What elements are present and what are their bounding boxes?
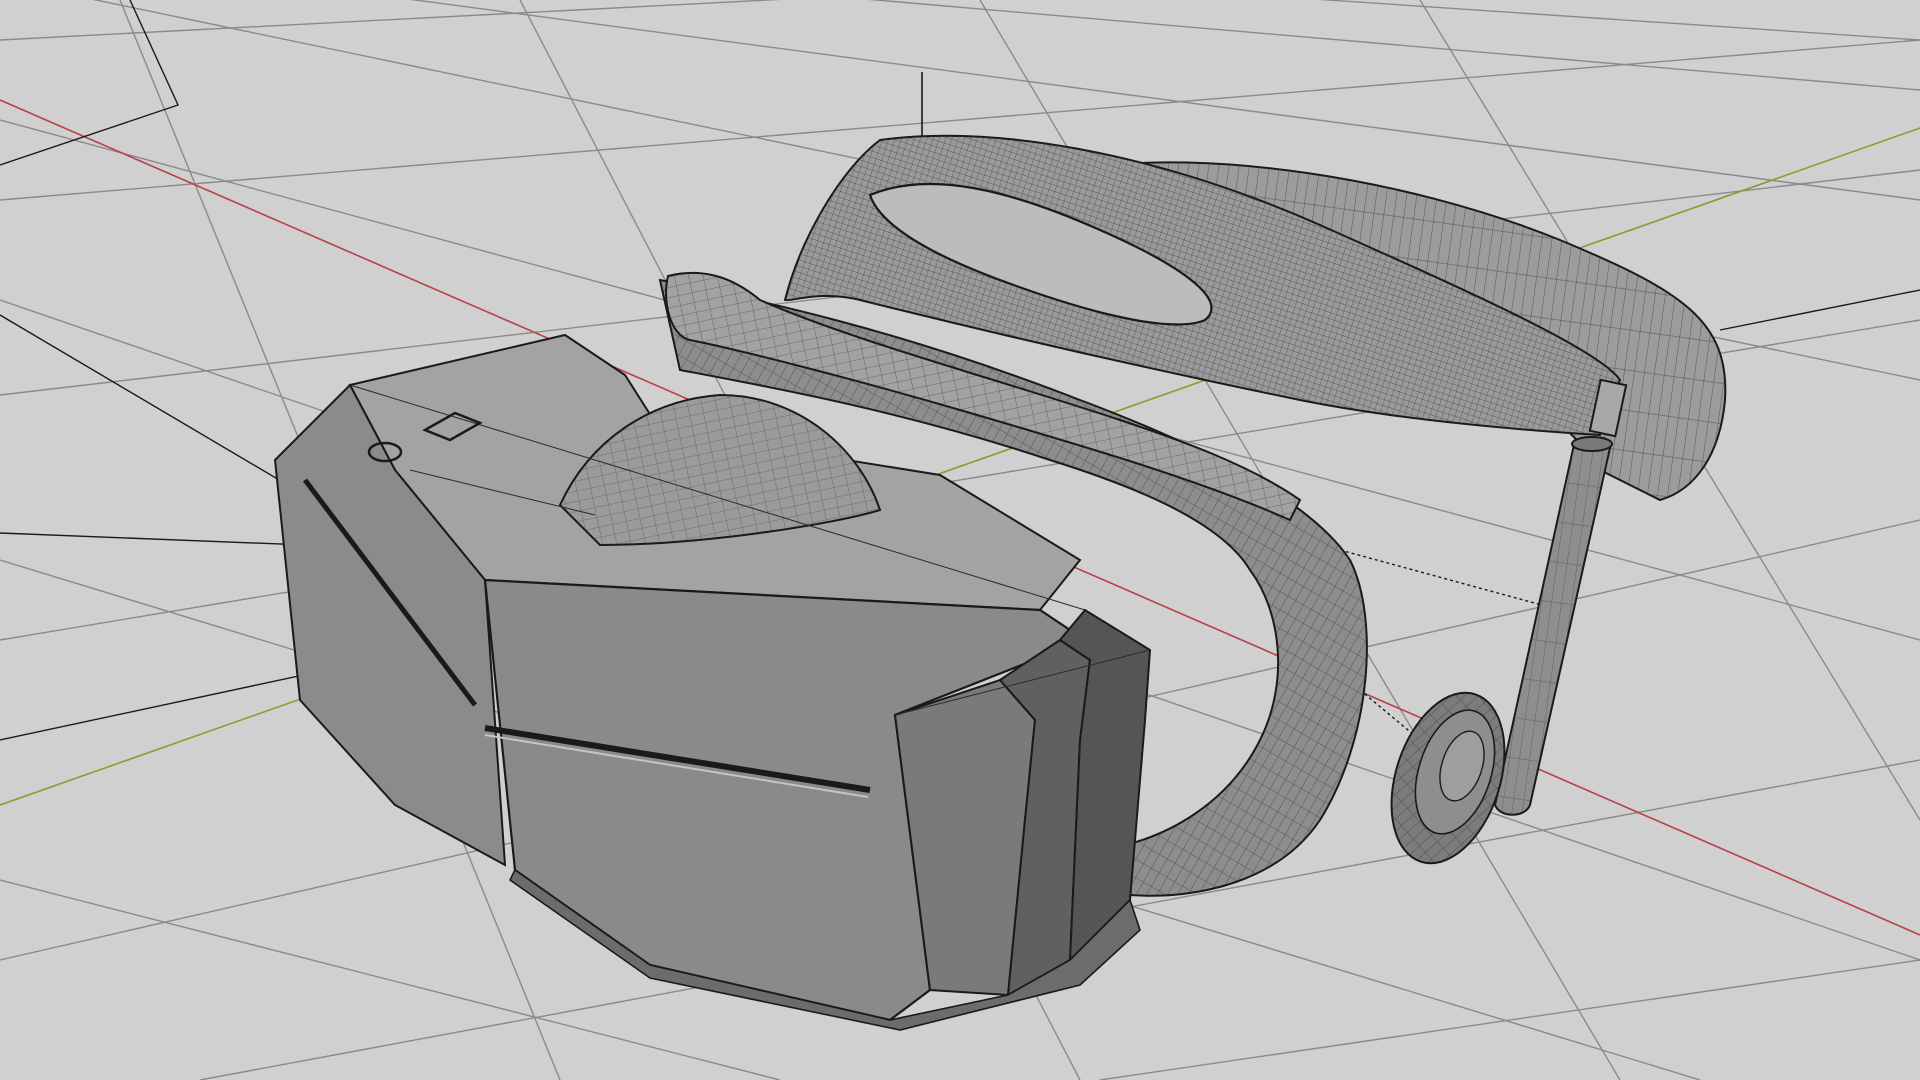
earpiece[interactable] (1371, 678, 1524, 878)
3d-viewport[interactable] (0, 0, 1920, 1080)
viewport-canvas[interactable] (0, 0, 1920, 1080)
audio-arm[interactable] (1493, 436, 1613, 816)
